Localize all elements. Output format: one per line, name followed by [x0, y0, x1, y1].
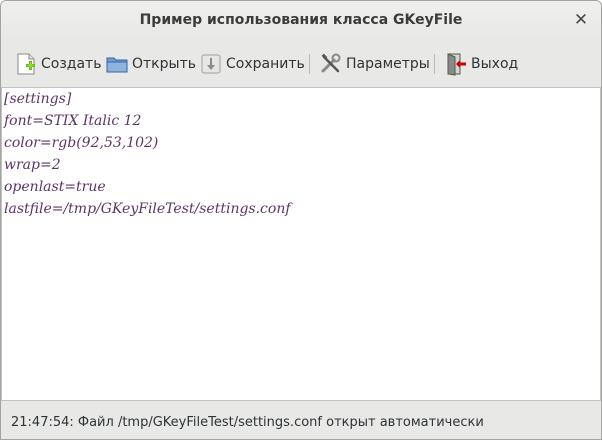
- editor-line: [settings]: [4, 91, 72, 107]
- exit-button-label: Выход: [471, 56, 519, 72]
- text-editor[interactable]: [settings] font=STIX Italic 12 color=rgb…: [1, 87, 601, 401]
- create-button-label: Создать: [41, 56, 102, 72]
- editor-line: color=rgb(92,53,102): [4, 135, 159, 151]
- editor-line: lastfile=/tmp/GKeyFileTest/settings.conf: [4, 201, 291, 217]
- folder-icon: [105, 52, 129, 76]
- exit-button[interactable]: Выход: [444, 51, 518, 77]
- close-button[interactable]: ✕: [569, 8, 593, 32]
- toolbar-separator: [434, 54, 435, 74]
- editor-line: font=STIX Italic 12: [4, 113, 142, 129]
- toolbar-separator: [309, 54, 310, 74]
- settings-button-label: Параметры: [346, 56, 430, 72]
- status-message: 21:47:54: Файл /tmp/GKeyFileTest/setting…: [11, 415, 484, 430]
- settings-button[interactable]: Параметры: [319, 51, 430, 77]
- save-arrow-icon: [199, 52, 223, 76]
- status-bar: 21:47:54: Файл /tmp/GKeyFileTest/setting…: [1, 401, 601, 439]
- new-document-icon: [14, 52, 38, 76]
- tools-icon: [319, 52, 343, 76]
- create-button[interactable]: Создать: [14, 51, 101, 77]
- open-button[interactable]: Открыть: [105, 51, 196, 77]
- save-button-label: Сохранить: [226, 56, 305, 72]
- app-window: Пример использования класса GKeyFile ✕ С…: [0, 0, 602, 440]
- window-title: Пример использования класса GKeyFile: [139, 12, 463, 28]
- toolbar: Создать Открыть Сохранить Параметры Выхо…: [1, 41, 601, 87]
- open-button-label: Открыть: [132, 56, 196, 72]
- editor-line: openlast=true: [4, 179, 106, 195]
- close-icon: ✕: [573, 10, 589, 30]
- exit-icon: [444, 52, 468, 76]
- save-button[interactable]: Сохранить: [199, 51, 305, 77]
- title-bar[interactable]: Пример использования класса GKeyFile ✕: [1, 1, 601, 41]
- editor-line: wrap=2: [4, 157, 61, 173]
